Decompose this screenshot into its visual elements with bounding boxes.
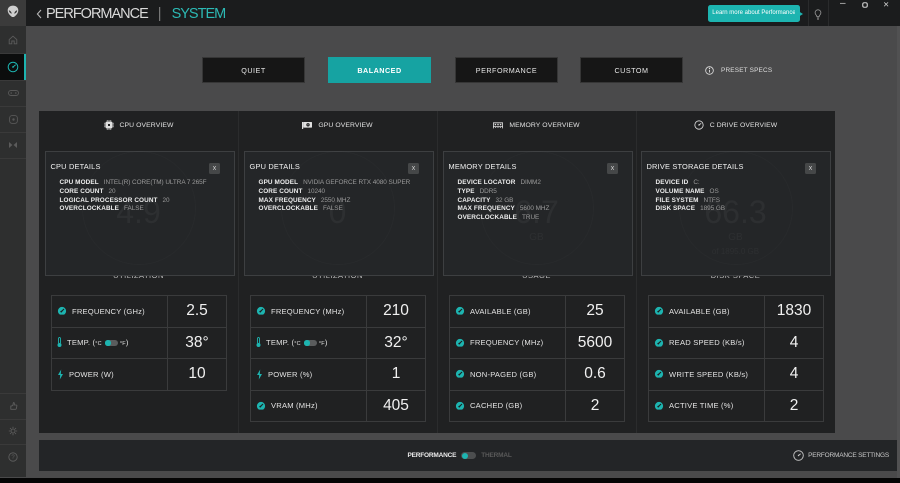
svg-text:?: ? <box>11 455 15 461</box>
